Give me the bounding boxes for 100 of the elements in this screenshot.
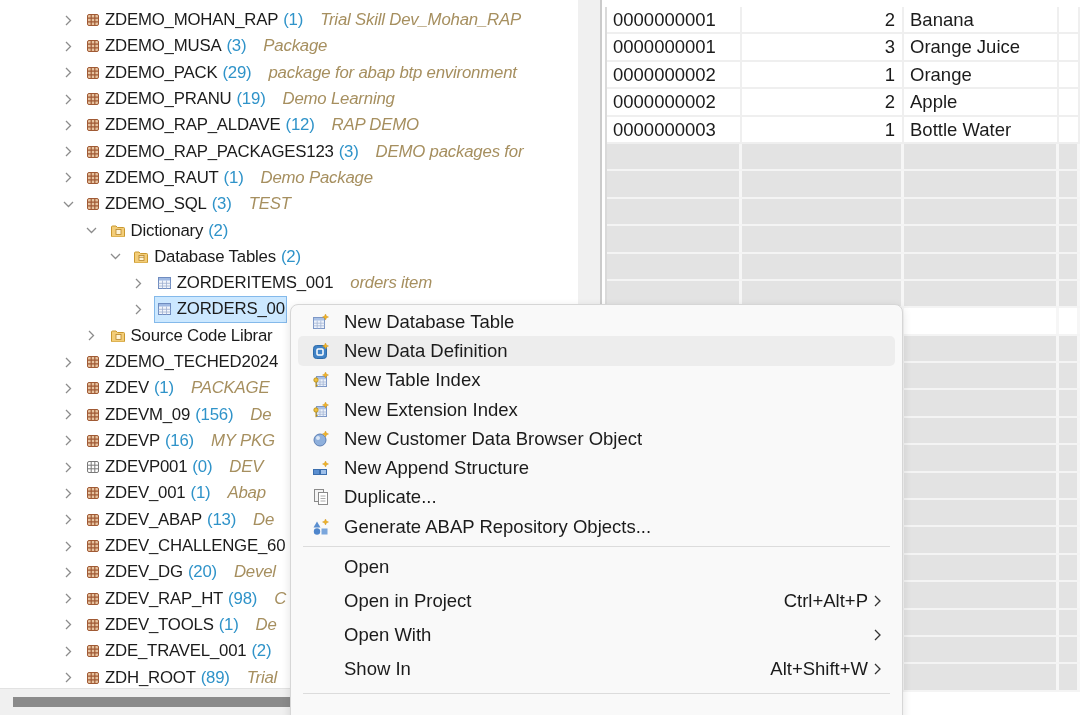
package-name[interactable]: ZDEMO_MOHAN_RAP xyxy=(105,10,279,31)
package-name[interactable]: ZDH_ROOT xyxy=(105,667,196,688)
item-description: DEMO packages for xyxy=(375,141,524,162)
package-name[interactable]: ZDEV_CHALLENGE_60 xyxy=(105,536,286,557)
chevron-right-icon[interactable] xyxy=(64,146,72,158)
menu-item[interactable]: Show In Alt+Shift+W xyxy=(298,652,895,687)
package-name[interactable]: ZDE_TRAVEL_001 xyxy=(105,641,247,662)
chevron-down-icon[interactable] xyxy=(109,253,121,261)
table-name[interactable]: ZORDERITEMS_001 xyxy=(176,273,334,294)
package-name[interactable]: ZDEMO_TECHED2024 xyxy=(105,352,279,372)
chevron-right-icon[interactable] xyxy=(64,172,72,184)
chevron-right-icon[interactable] xyxy=(64,645,72,657)
package-icon xyxy=(87,618,99,631)
package-name[interactable]: ZDEVP001 xyxy=(105,457,188,478)
chevron-right-icon[interactable] xyxy=(64,356,72,368)
item-description: De xyxy=(250,404,272,425)
object-count: (0) xyxy=(192,457,213,478)
menu-item[interactable]: New Table Index xyxy=(298,365,895,395)
object-count: (89) xyxy=(200,667,230,688)
package-icon xyxy=(87,566,99,579)
chevron-right-icon[interactable] xyxy=(64,461,72,473)
package-icon xyxy=(87,540,99,553)
folder-name[interactable]: Dictionary xyxy=(130,220,204,241)
package-name[interactable]: ZDEV_RAP_HT xyxy=(105,588,224,609)
package-name[interactable]: ZDEMO_MUSA xyxy=(105,36,222,57)
chevron-right-icon[interactable] xyxy=(64,382,72,394)
item-description: TEST xyxy=(248,194,291,215)
package-icon xyxy=(87,671,99,684)
folder-name[interactable]: Database Tables xyxy=(154,246,276,267)
menu-item[interactable]: Open xyxy=(298,550,895,585)
chevron-right-icon[interactable] xyxy=(64,40,72,52)
chevron-right-icon[interactable] xyxy=(64,672,72,684)
menu-item[interactable]: New Customer Data Browser Object xyxy=(298,424,895,454)
chevron-right-icon[interactable] xyxy=(64,488,72,499)
menu-item[interactable]: New Extension Index xyxy=(298,394,895,425)
shapes-icon xyxy=(313,518,329,535)
chevron-right-icon[interactable] xyxy=(135,303,143,315)
chevron-right-icon[interactable] xyxy=(64,14,72,26)
table-cell: 2 xyxy=(742,89,904,115)
chevron-right-icon[interactable] xyxy=(64,435,72,447)
package-name[interactable]: ZDEMO_RAP_PACKAGES123 xyxy=(105,141,334,162)
item-description: De xyxy=(253,509,275,530)
table-cell: Orange xyxy=(904,61,1059,88)
object-count: (20) xyxy=(187,562,217,583)
selected-tree-item[interactable]: ZORDERS_00 xyxy=(153,296,287,323)
folder-icon xyxy=(110,224,125,237)
menu-item[interactable]: Open With xyxy=(298,618,895,653)
package-name[interactable]: ZDEMO_RAUT xyxy=(105,167,219,188)
chevron-right-icon[interactable] xyxy=(64,540,72,552)
object-count: (1) xyxy=(190,483,211,504)
package-name[interactable]: ZDEMO_PACK xyxy=(105,62,218,83)
chevron-right-icon[interactable] xyxy=(64,514,72,526)
chevron-right-icon[interactable] xyxy=(135,277,143,289)
package-name[interactable]: ZDEMO_PRANU xyxy=(105,89,232,110)
object-count: (2) xyxy=(208,220,229,241)
package-icon xyxy=(87,645,99,658)
menu-item[interactable]: Duplicate... xyxy=(298,482,895,513)
folder-name[interactable]: Source Code Librar xyxy=(130,325,273,346)
chevron-right-icon[interactable] xyxy=(88,330,96,342)
blocks-icon xyxy=(313,461,329,476)
package-name[interactable]: ZDEV xyxy=(105,378,149,399)
chevron-right-icon[interactable] xyxy=(64,409,72,421)
package-icon xyxy=(87,171,99,184)
menu-item[interactable]: New Data Definition xyxy=(298,336,895,366)
table-cell: 1 xyxy=(742,116,904,142)
table-cell: Apple xyxy=(904,89,1059,115)
chevron-down-icon[interactable] xyxy=(86,227,98,234)
package-name[interactable]: ZDEV_001 xyxy=(105,483,186,504)
package-name[interactable]: ZDEMO_RAP_ALDAVE xyxy=(105,115,281,136)
folder-icon xyxy=(110,329,125,342)
item-description: DEV xyxy=(229,457,264,478)
scrollbar-thumb[interactable] xyxy=(13,697,290,707)
menu-item[interactable]: Open in Project Ctrl+Alt+P xyxy=(298,584,895,619)
chevron-right-icon[interactable] xyxy=(64,67,72,79)
object-count: (29) xyxy=(222,62,252,83)
package-name[interactable]: ZDEMO_SQL xyxy=(105,194,207,215)
table-cell: Orange Juice xyxy=(904,34,1059,60)
chevron-right-icon[interactable] xyxy=(64,119,72,131)
package-name[interactable]: ZDEVP xyxy=(105,430,160,451)
table-name[interactable]: ZORDERS_00 xyxy=(176,299,285,320)
menu-item[interactable]: Generate ABAP Repository Objects... xyxy=(298,512,895,542)
chevron-down-icon[interactable] xyxy=(62,200,74,208)
chevron-right-icon[interactable] xyxy=(64,619,72,631)
package-name[interactable]: ZDEVM_09 xyxy=(105,404,191,425)
object-count: (19) xyxy=(236,89,266,110)
package-outline-icon xyxy=(87,461,99,474)
object-count: (3) xyxy=(338,141,359,162)
object-count: (13) xyxy=(207,509,237,530)
object-count: (1) xyxy=(218,614,239,635)
package-name[interactable]: ZDEV_DG xyxy=(105,562,183,583)
menu-item[interactable]: New Append Structure xyxy=(298,453,895,483)
chevron-right-icon[interactable] xyxy=(64,566,72,578)
menu-item[interactable]: New Database Table xyxy=(298,307,895,337)
chevron-right-icon[interactable] xyxy=(64,93,72,105)
chevron-right-icon[interactable] xyxy=(64,593,72,605)
item-description: PACKAGE xyxy=(190,378,270,399)
package-name[interactable]: ZDEV_ABAP xyxy=(105,509,203,530)
duplicate-icon xyxy=(314,489,328,506)
package-name[interactable]: ZDEV_TOOLS xyxy=(105,614,214,635)
sphere-icon xyxy=(313,430,329,447)
